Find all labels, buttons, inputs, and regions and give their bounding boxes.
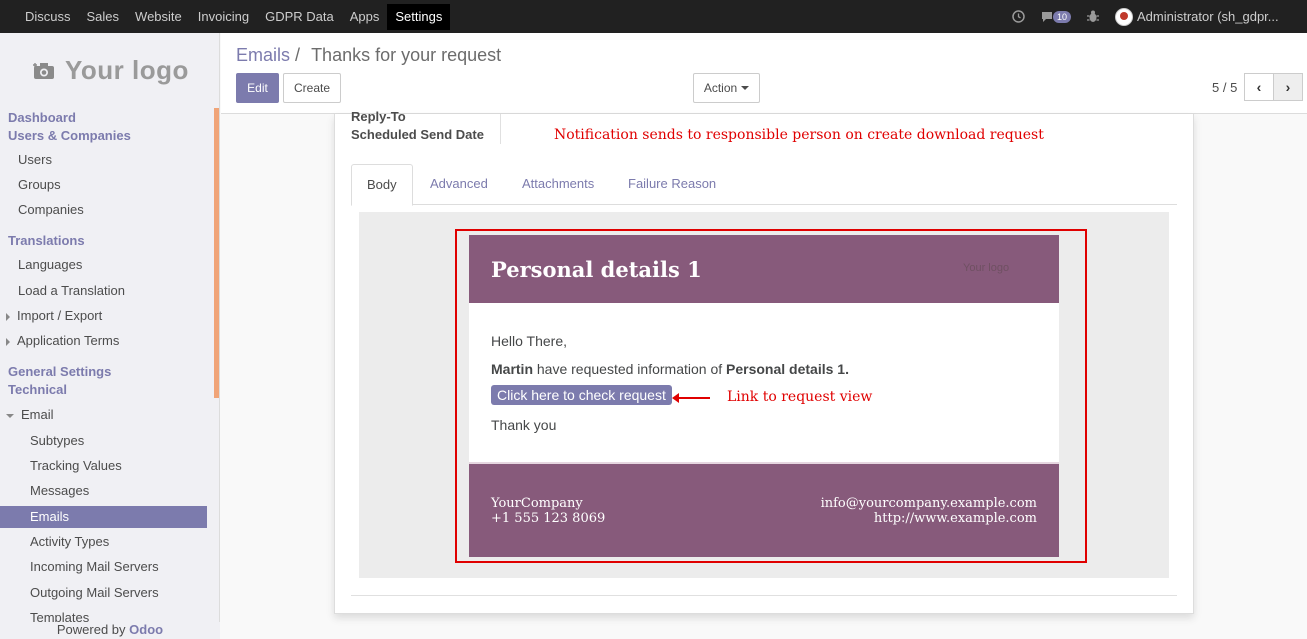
check-request-button[interactable]: Click here to check request (491, 385, 672, 405)
messages-count-badge: 10 (1052, 10, 1071, 23)
email-closing: Thank you (491, 417, 557, 433)
sidebar: Your logo Dashboard Users & Companies Us… (0, 33, 220, 639)
footer-company-info: YourCompany +1 555 123 8069 (491, 496, 605, 526)
caret-right-icon (6, 312, 10, 321)
camera-icon (33, 62, 54, 79)
reply-to-label: Reply-To (351, 109, 406, 124)
email-header: Personal details 1 Your logo (469, 235, 1059, 303)
footer-company-name: YourCompany (491, 496, 583, 511)
sidebar-item-activity-types[interactable]: Activity Types (0, 533, 207, 551)
email-footer: YourCompany +1 555 123 8069 info@yourcom… (469, 462, 1059, 557)
email-title: Personal details 1 (491, 257, 702, 282)
sidebar-item-messages[interactable]: Messages (0, 482, 207, 500)
tab-body[interactable]: Body (351, 164, 413, 206)
sidebar-item-label: Application Terms (17, 333, 120, 348)
sidebar-item-users[interactable]: Users (0, 151, 207, 169)
annotation-arrow (672, 393, 710, 403)
activity-clock-icon[interactable] (1012, 10, 1025, 23)
sidebar-item-users-companies[interactable]: Users & Companies (0, 127, 207, 145)
tab-failure-reason[interactable]: Failure Reason (613, 164, 731, 205)
email-greeting: Hello There, (491, 333, 568, 349)
sidebar-item-email[interactable]: Email (0, 406, 207, 424)
request-text: have requested information of (536, 361, 723, 377)
app-discuss[interactable]: Discuss (17, 4, 79, 30)
top-navbar: Discuss Sales Website Invoicing GDPR Dat… (0, 0, 1307, 33)
app-website[interactable]: Website (127, 4, 190, 30)
sidebar-item-label: Email (21, 407, 54, 422)
tab-attachments[interactable]: Attachments (507, 164, 609, 205)
app-settings[interactable]: Settings (387, 3, 451, 30)
annotation-notification: Notification sends to responsible person… (554, 127, 1044, 143)
debug-bug-icon[interactable] (1087, 10, 1099, 23)
form-sheet: Reply-To Scheduled Send Date Notificatio… (334, 109, 1194, 614)
field-divider (500, 114, 501, 144)
action-dropdown[interactable]: Action (693, 73, 760, 103)
pager-previous-button[interactable]: ‹ (1244, 73, 1274, 101)
requester-name: Martin (491, 361, 533, 377)
chevron-right-icon: › (1285, 79, 1291, 95)
sidebar-item-translations[interactable]: Translations (0, 232, 207, 250)
caret-down-icon (6, 413, 14, 418)
sidebar-item-dashboard[interactable]: Dashboard (0, 109, 207, 127)
caret-down-icon (741, 86, 750, 90)
breadcrumb-emails-link[interactable]: Emails (236, 45, 290, 65)
sidebar-item-languages[interactable]: Languages (0, 256, 207, 274)
app-gdpr-data[interactable]: GDPR Data (257, 4, 342, 30)
edit-button[interactable]: Edit (236, 73, 279, 103)
systray: 10 Administrator (sh_gdpr... (1012, 0, 1307, 33)
app-apps[interactable]: Apps (342, 4, 388, 30)
annotation-highlight-box: Personal details 1 Your logo Hello There… (455, 229, 1087, 563)
app-menu: Discuss Sales Website Invoicing GDPR Dat… (17, 0, 451, 33)
app-sales[interactable]: Sales (79, 4, 128, 30)
create-button[interactable]: Create (283, 73, 341, 103)
sheet-divider (351, 595, 1177, 596)
sidebar-item-import-export[interactable]: Import / Export (0, 307, 207, 325)
requested-subject: Personal details 1. (726, 361, 849, 377)
messages-icon[interactable]: 10 (1041, 10, 1071, 23)
powered-by-text: Powered by (56, 622, 126, 637)
email-logo: Your logo (963, 262, 1010, 274)
sidebar-item-load-translation[interactable]: Load a Translation (0, 282, 207, 300)
action-label: Action (703, 81, 738, 95)
odoo-link[interactable]: Odoo (129, 622, 163, 637)
annotation-link: Link to request view (727, 389, 873, 405)
email-content: Hello There, Martin have requested infor… (469, 303, 1059, 462)
sidebar-scroll-accent (214, 108, 219, 398)
chevron-left-icon: ‹ (1256, 79, 1262, 95)
tab-advanced[interactable]: Advanced (415, 164, 503, 205)
email-body-preview: Personal details 1 Your logo Hello There… (359, 212, 1169, 578)
powered-by: Powered by Odoo (0, 622, 220, 639)
footer-phone: +1 555 123 8069 (491, 511, 606, 526)
sidebar-item-subtypes[interactable]: Subtypes (0, 432, 207, 450)
notebook-tabs: Body Advanced Attachments Failure Reason (351, 164, 1177, 206)
email-request-line: Martin have requested information of Per… (491, 361, 849, 377)
sidebar-item-tracking-values[interactable]: Tracking Values (0, 457, 207, 475)
company-logo[interactable]: Your logo (33, 55, 189, 86)
footer-email[interactable]: info@yourcompany.example.com (821, 496, 1037, 511)
sidebar-item-outgoing-mail-servers[interactable]: Outgoing Mail Servers (0, 584, 207, 602)
pager-value[interactable]: 5 / 5 (1212, 80, 1237, 95)
pager-next-button[interactable]: › (1273, 73, 1303, 101)
logo-text: Your logo (65, 55, 189, 85)
breadcrumb-current: Thanks for your request (311, 45, 502, 65)
sidebar-item-incoming-mail-servers[interactable]: Incoming Mail Servers (0, 558, 207, 576)
sidebar-item-application-terms[interactable]: Application Terms (0, 332, 207, 350)
footer-contact-info: info@yourcompany.example.com http://www.… (821, 496, 1037, 526)
app-invoicing[interactable]: Invoicing (190, 4, 257, 30)
scheduled-send-date-label: Scheduled Send Date (351, 127, 484, 142)
sidebar-item-templates[interactable]: Templates (0, 609, 207, 623)
footer-website[interactable]: http://www.example.com (821, 511, 1037, 526)
caret-right-icon (6, 337, 10, 346)
sidebar-item-emails[interactable]: Emails (0, 506, 207, 528)
breadcrumb: Emails / Thanks for your request (236, 45, 501, 66)
sidebar-item-general-settings[interactable]: General Settings (0, 363, 207, 381)
sidebar-item-groups[interactable]: Groups (0, 176, 207, 194)
sidebar-item-label: Import / Export (17, 308, 103, 323)
sidebar-item-technical[interactable]: Technical (0, 381, 207, 399)
user-avatar[interactable] (1115, 7, 1133, 26)
sidebar-item-companies[interactable]: Companies (0, 201, 207, 219)
user-menu[interactable]: Administrator (sh_gdpr... (1137, 9, 1307, 24)
control-panel: Emails / Thanks for your request Edit Cr… (221, 33, 1307, 114)
breadcrumb-separator: / (295, 45, 301, 65)
